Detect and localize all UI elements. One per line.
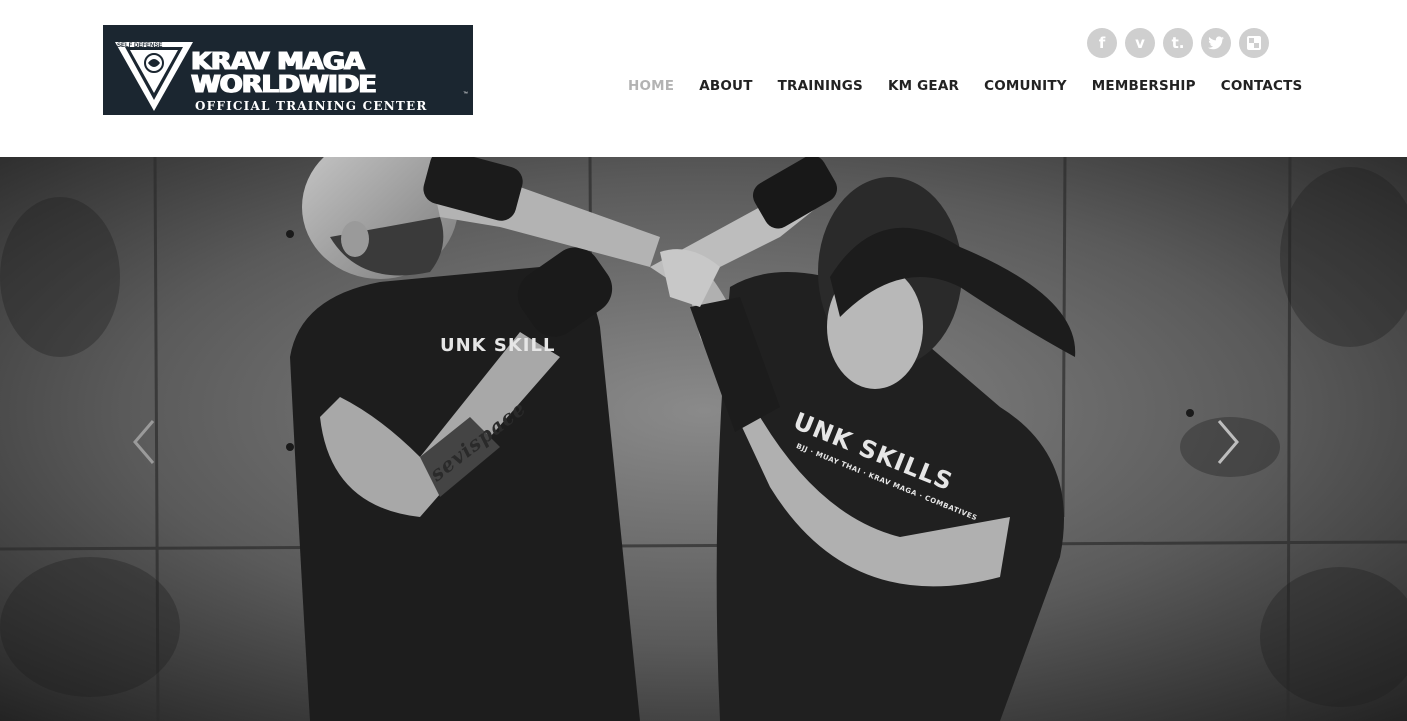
slider-next-button[interactable] <box>1208 412 1248 472</box>
nav-item-trainings[interactable]: TRAININGS <box>778 77 863 95</box>
nav-item-membership[interactable]: MEMBERSHIP <box>1092 77 1196 95</box>
site-header: SELF DEFENSE KRAV MAGA WORLDWIDE ™ OFFIC… <box>0 0 1407 157</box>
flickr-icon[interactable] <box>1239 28 1269 58</box>
hero-image <box>0 157 1407 721</box>
nav-item-about[interactable]: ABOUT <box>699 77 752 95</box>
nav-item-home[interactable]: HOME <box>628 77 674 95</box>
logo-trademark: ™ <box>463 91 468 97</box>
hero-slider: UNK SKILL UNK SKILLS BJJ · MUAY THAI · K… <box>0 157 1407 721</box>
hero-shirt-text-left: UNK SKILL <box>440 335 556 356</box>
slider-prev-button[interactable] <box>124 412 164 472</box>
social-links: f v t. <box>1087 28 1269 58</box>
nav-item-contacts[interactable]: CONTACTS <box>1221 77 1303 95</box>
main-navigation: HOME ABOUT TRAININGS KM GEAR COMUNITY ME… <box>628 77 1302 95</box>
nav-item-comunity[interactable]: COMUNITY <box>984 77 1067 95</box>
chevron-left-icon <box>133 420 155 464</box>
tumblr-icon[interactable]: t. <box>1163 28 1193 58</box>
nav-item-km-gear[interactable]: KM GEAR <box>888 77 959 95</box>
facebook-icon[interactable]: f <box>1087 28 1117 58</box>
site-logo[interactable]: SELF DEFENSE KRAV MAGA WORLDWIDE ™ OFFIC… <box>103 25 473 115</box>
chevron-right-icon <box>1217 420 1239 464</box>
vimeo-icon[interactable]: v <box>1125 28 1155 58</box>
logo-emblem-text: SELF DEFENSE <box>117 43 163 49</box>
logo-title-line2: WORLDWIDE <box>191 70 377 99</box>
logo-subtitle: OFFICIAL TRAINING CENTER <box>195 99 428 113</box>
twitter-icon[interactable] <box>1201 28 1231 58</box>
